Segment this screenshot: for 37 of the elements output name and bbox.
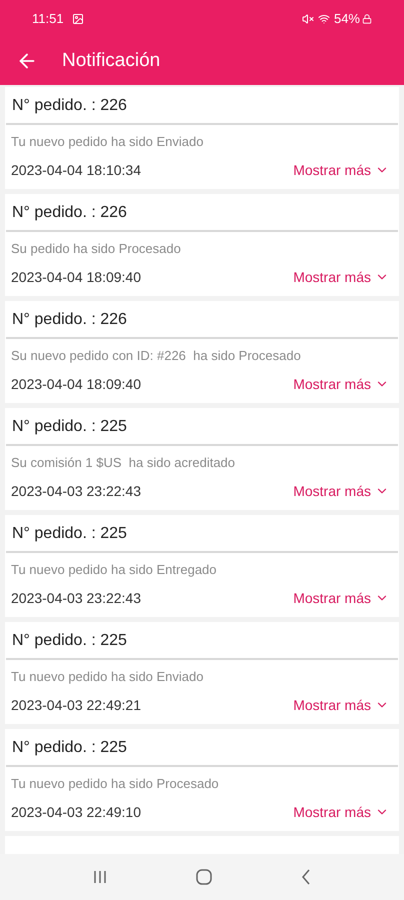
notification-date: 2023-04-03 22:49:10 xyxy=(11,802,141,822)
home-icon[interactable] xyxy=(196,869,212,885)
status-time: 11:51 xyxy=(32,10,64,28)
notification-date: 2023-04-04 18:09:40 xyxy=(11,374,141,394)
notification-date: 2023-04-03 23:22:43 xyxy=(11,588,141,608)
notification-date: 2023-04-04 18:10:34 xyxy=(11,160,141,180)
show-more-button[interactable]: Mostrar más xyxy=(293,374,393,394)
show-more-button[interactable]: Mostrar más xyxy=(293,588,393,608)
notification-message: Su pedido ha sido Procesado xyxy=(10,240,182,258)
wifi-icon xyxy=(318,12,330,24)
notification-message: Su nuevo pedido con ID: #226 ha sido Procesado xyxy=(10,347,302,365)
show-more-button[interactable]: Mostrar más xyxy=(293,802,393,822)
order-number: N° pedido. : 225 xyxy=(6,622,398,660)
back-icon[interactable] xyxy=(301,869,312,885)
order-number: N° pedido. : 225 xyxy=(6,408,398,446)
battery-level: 54% xyxy=(334,10,360,28)
page-title: Notificación xyxy=(62,48,160,73)
order-number: N° pedido. : 225 xyxy=(6,729,398,767)
show-more-button[interactable]: Mostrar más xyxy=(293,694,393,716)
notification-date: 2023-04-03 23:22:43 xyxy=(11,482,141,500)
show-more-button[interactable]: Mostrar más xyxy=(293,160,393,180)
show-more-button[interactable]: Mostrar más xyxy=(293,480,393,502)
notification-date: 2023-04-04 18:09:40 xyxy=(11,268,141,286)
notification-message: Su comisión 1 $US ha sido acreditado xyxy=(10,454,236,472)
show-more-button[interactable]: Mostrar más xyxy=(293,266,393,288)
order-number: N° pedido. : 226 xyxy=(6,87,398,125)
notification-message: Tu nuevo pedido ha sido Entregado xyxy=(10,561,218,579)
notification-date: 2023-04-03 22:49:21 xyxy=(11,696,141,714)
image-icon xyxy=(72,12,84,24)
notification-message: Tu nuevo pedido ha sido Enviado xyxy=(10,668,204,686)
order-number: N° pedido. : 225 xyxy=(6,515,398,553)
mute-icon xyxy=(302,12,314,24)
notification-message: Tu nuevo pedido ha sido Procesado xyxy=(10,775,220,793)
order-number: N° pedido. : 226 xyxy=(6,194,398,232)
order-number: N° pedido. : 226 xyxy=(6,301,398,339)
recent-apps-icon[interactable] xyxy=(92,870,107,884)
notification-message: Tu nuevo pedido ha sido Enviado xyxy=(10,133,204,151)
